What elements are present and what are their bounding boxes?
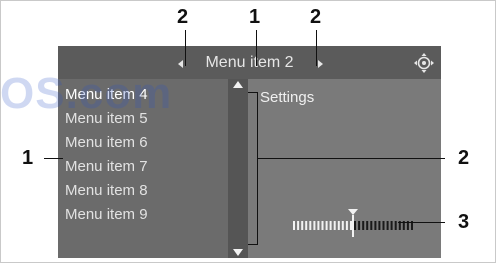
leader-line-top-left	[185, 30, 186, 66]
slider-segment	[386, 221, 389, 230]
bracket-vertical	[257, 92, 258, 244]
slider-segment	[325, 221, 328, 230]
slider-segment	[394, 221, 397, 230]
slider-segment	[329, 221, 332, 230]
leader-line-left	[44, 158, 63, 159]
slider-segment	[317, 221, 320, 230]
slider-segment	[345, 221, 348, 230]
bracket-bottom	[248, 244, 258, 245]
slider-segment	[354, 221, 356, 230]
slider-segment	[362, 221, 365, 230]
triangle-up-icon[interactable]	[233, 81, 243, 88]
scrollbar[interactable]	[228, 79, 248, 258]
controller-knob-icon	[414, 53, 434, 73]
slider-segment	[337, 221, 340, 230]
callout-top-left: 2	[177, 6, 189, 28]
slider-segment	[370, 221, 373, 230]
menu-item-7[interactable]: Menu item 7	[65, 155, 225, 179]
slider-segment	[350, 221, 352, 230]
callout-right-middle: 2	[458, 147, 470, 169]
slider-segment	[390, 221, 393, 230]
slider-segment	[305, 221, 308, 230]
slider-segment	[378, 221, 381, 230]
leader-line-right-bottom	[398, 222, 445, 223]
leader-line-top-center	[256, 30, 257, 66]
slider-segment	[309, 221, 312, 230]
slider-segment	[341, 221, 344, 230]
slider-knob[interactable]	[352, 215, 354, 237]
callout-left: 1	[22, 147, 34, 169]
callout-top-right: 2	[310, 6, 322, 28]
menu-item-8[interactable]: Menu item 8	[65, 179, 225, 203]
slider-segment	[321, 221, 324, 230]
slider-segment	[333, 221, 336, 230]
menu-item-9[interactable]: Menu item 9	[65, 203, 225, 227]
callout-top-center: 1	[249, 6, 261, 28]
callout-right-bottom: 3	[458, 211, 470, 233]
triangle-right-icon[interactable]	[318, 60, 323, 68]
settings-panel: Settings	[248, 79, 441, 258]
slider-segment	[293, 221, 295, 230]
leader-line-top-right	[316, 30, 317, 66]
leader-line-right-middle	[257, 158, 445, 159]
slider-segment	[301, 221, 304, 230]
level-slider[interactable]	[288, 209, 418, 239]
slider-segment	[297, 221, 300, 230]
settings-label: Settings	[260, 89, 315, 106]
triangle-down-icon[interactable]	[233, 249, 243, 256]
watermark-text: OS.com	[0, 69, 173, 118]
slider-segment	[313, 221, 316, 230]
slider-pointer-icon	[348, 209, 358, 215]
slider-segment	[374, 221, 377, 230]
slider-segment	[382, 221, 385, 230]
slider-segment	[358, 221, 361, 230]
menu-item-6[interactable]: Menu item 6	[65, 131, 225, 155]
slider-segment	[366, 221, 369, 230]
